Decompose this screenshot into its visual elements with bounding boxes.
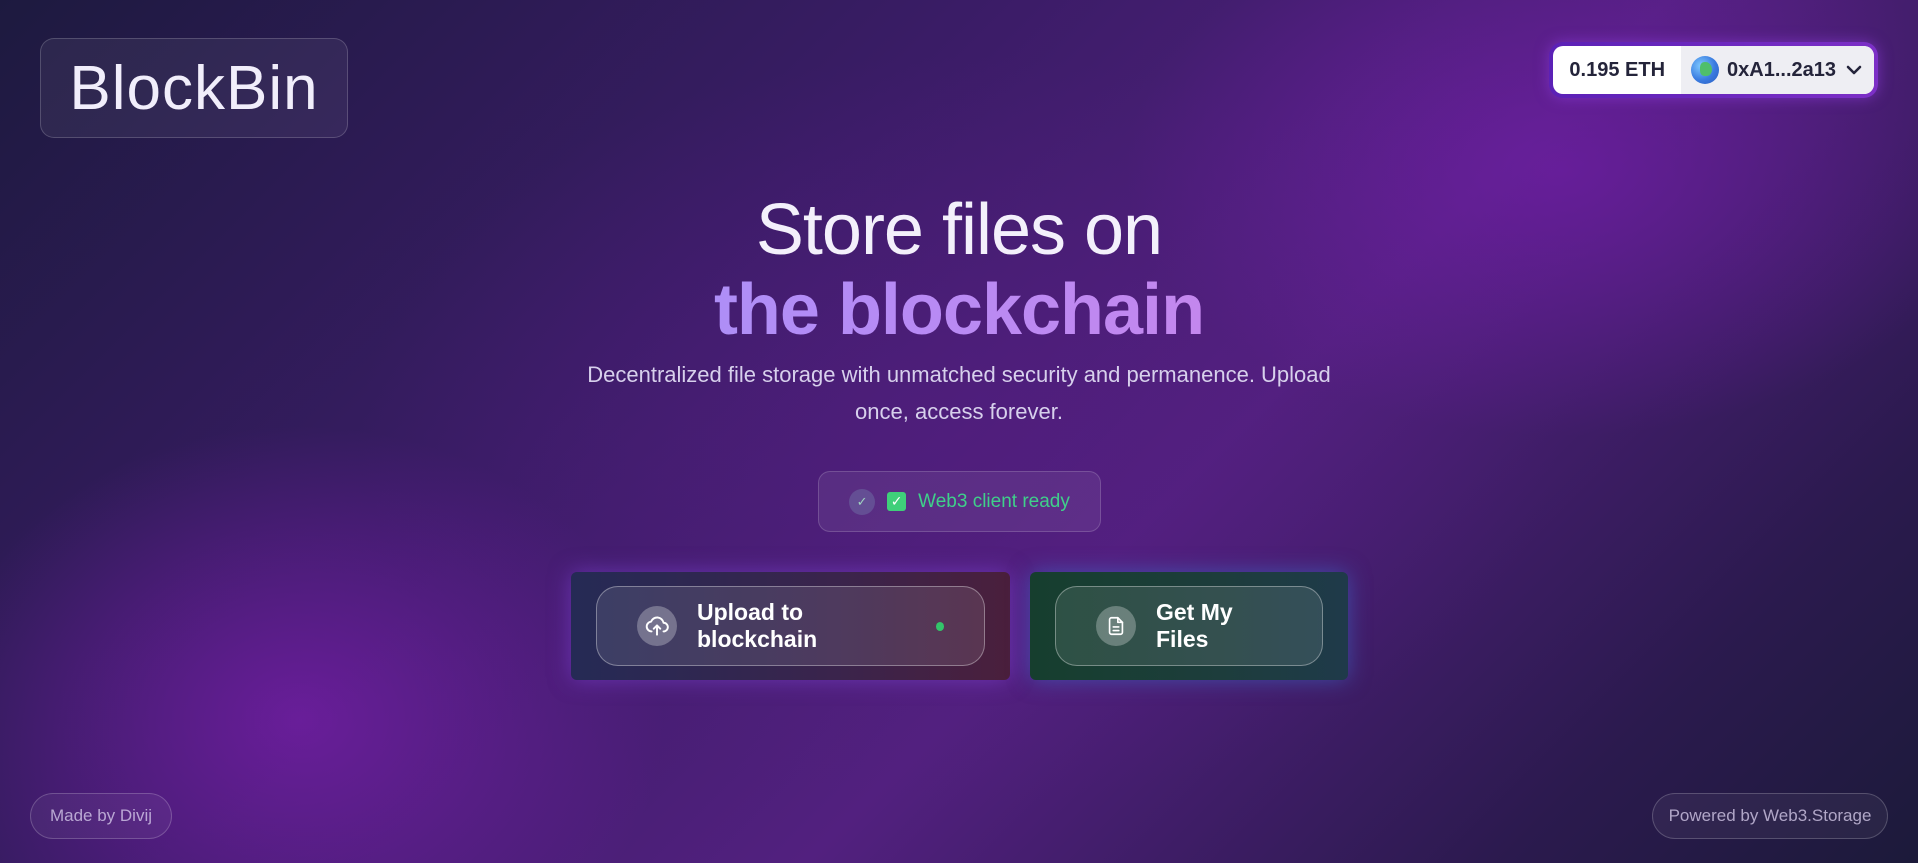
wallet-widget[interactable]: 0.195 ETH 0xA1...2a13 [1549,42,1878,98]
app-logo[interactable]: BlockBin [40,38,348,138]
checkbox-icon: ✓ [887,492,907,511]
upload-button[interactable]: Upload to blockchain [596,586,985,666]
web3-status-badge: ✓ ✓ Web3 client ready [818,471,1101,532]
powered-by-badge[interactable]: Powered by Web3.Storage [1652,793,1888,839]
wallet-address: 0xA1...2a13 [1727,58,1836,81]
files-panel: Get My Files [1030,572,1348,680]
upload-panel: Upload to blockchain [571,572,1010,680]
upload-button-label: Upload to blockchain [697,599,818,652]
hero-heading: Store files on the blockchain [0,188,1918,348]
status-label: Web3 client ready [918,490,1070,512]
globe-avatar-icon [1691,56,1720,84]
made-by-badge[interactable]: Made by Divij [30,793,172,839]
hero-title-line1: Store files on [755,190,1163,270]
wallet-balance[interactable]: 0.195 ETH [1553,46,1681,94]
get-files-button[interactable]: Get My Files [1055,586,1323,666]
cloud-upload-icon [637,606,677,646]
ready-indicator-dot [935,621,944,631]
wallet-account-button[interactable]: 0xA1...2a13 [1681,46,1874,94]
hero-subtitle: Decentralized file storage with unmatche… [587,362,1331,424]
get-files-button-label: Get My Files [1156,599,1233,652]
chevron-down-icon [1846,62,1862,78]
document-icon [1096,606,1136,646]
check-circle-icon: ✓ [849,488,876,515]
hero-title-line2: the blockchain [0,272,1918,348]
